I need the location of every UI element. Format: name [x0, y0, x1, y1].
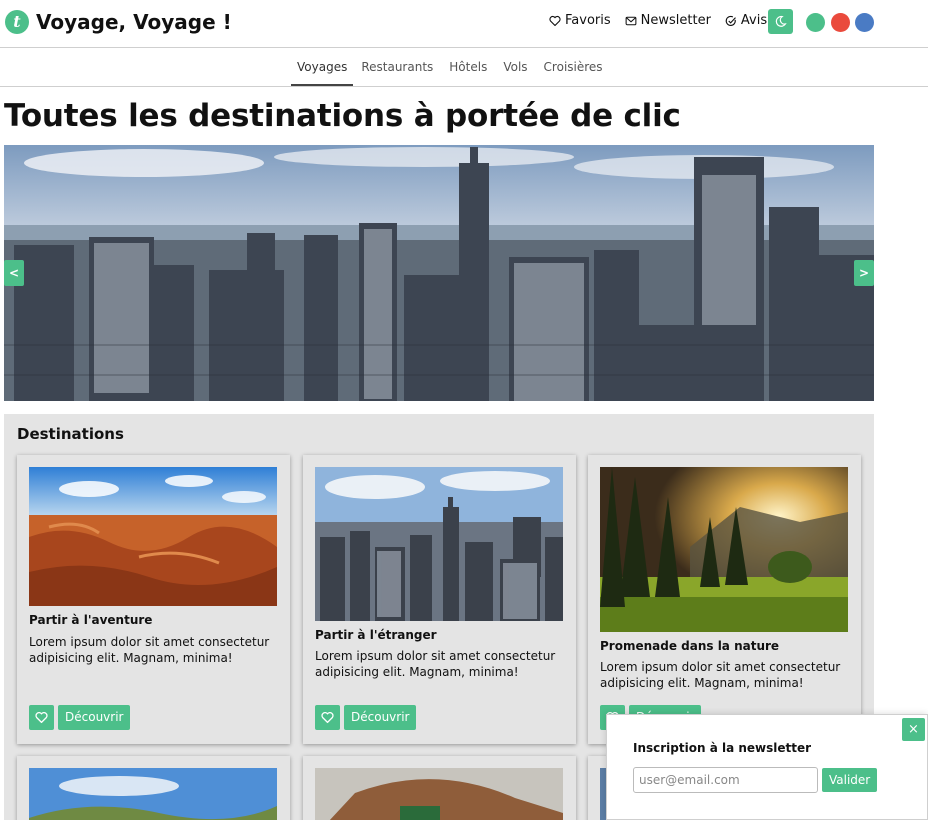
nav-favoris-label: Favoris — [565, 13, 611, 28]
nav-avis-label: Avis — [740, 13, 768, 28]
theme-blue-button[interactable] — [855, 13, 874, 32]
category-tabs: Voyages Restaurants Hôtels Vols Croisièr… — [291, 48, 611, 86]
close-icon[interactable]: × — [902, 718, 925, 741]
envelope-icon — [625, 16, 637, 26]
theme-green-button[interactable] — [806, 13, 825, 32]
card-text: Lorem ipsum dolor sit amet consectetur a… — [29, 635, 270, 665]
destinations-title: Destinations — [17, 425, 124, 443]
card-actions: Découvrir — [29, 705, 131, 730]
theme-red-button[interactable] — [831, 13, 850, 32]
discover-button[interactable]: Découvrir — [344, 705, 417, 730]
newsletter-popup: × Inscription à la newsletter Valider — [606, 714, 928, 820]
discover-button[interactable]: Découvrir — [58, 705, 131, 730]
card-text: Lorem ipsum dolor sit amet consectetur a… — [600, 660, 841, 690]
card-image-valley — [29, 768, 277, 820]
header-nav: Favoris Newsletter Avis — [549, 12, 767, 30]
carousel-prev-button[interactable]: < — [4, 260, 24, 286]
theme-toggle-button[interactable] — [768, 9, 793, 34]
logo-icon[interactable]: t — [5, 10, 29, 34]
card-text: Lorem ipsum dolor sit amet consectetur a… — [315, 649, 556, 679]
heart-icon — [35, 711, 48, 724]
nav-favoris[interactable]: Favoris — [549, 12, 611, 30]
carousel-next-button[interactable]: > — [854, 260, 874, 286]
destination-card: Promenade dans la nature Lorem ipsum dol… — [588, 455, 861, 744]
hero-carousel-image — [4, 145, 874, 401]
card-title: Partir à l'étranger — [315, 628, 437, 642]
nav-avis[interactable]: Avis — [725, 12, 767, 30]
card-image-forest — [600, 467, 848, 632]
card-title: Promenade dans la nature — [600, 639, 780, 653]
brand-title[interactable]: Voyage, Voyage ! — [36, 8, 232, 36]
page: t Voyage, Voyage ! Favoris Newsletter Av… — [0, 0, 928, 820]
destination-card — [303, 756, 576, 820]
email-field[interactable] — [633, 767, 818, 793]
card-image-city — [315, 467, 563, 621]
card-image-road — [315, 768, 563, 820]
destination-card — [17, 756, 290, 820]
tab-vols[interactable]: Vols — [495, 48, 535, 86]
category-nav: Voyages Restaurants Hôtels Vols Croisièr… — [0, 48, 928, 87]
moon-icon — [775, 16, 787, 27]
newsletter-title: Inscription à la newsletter — [633, 741, 812, 755]
nav-newsletter-label: Newsletter — [640, 13, 711, 28]
card-title: Partir à l'aventure — [29, 613, 153, 627]
destination-card: Partir à l'étranger Lorem ipsum dolor si… — [303, 455, 576, 744]
tab-croisieres[interactable]: Croisières — [536, 48, 611, 86]
tab-restaurants[interactable]: Restaurants — [353, 48, 441, 86]
heart-icon — [321, 711, 334, 724]
heart-icon — [549, 15, 561, 27]
submit-button[interactable]: Valider — [822, 768, 878, 792]
card-image-desert — [29, 467, 277, 606]
destination-card: Partir à l'aventure Lorem ipsum dolor si… — [17, 455, 290, 744]
check-circle-icon — [725, 15, 736, 26]
tab-voyages[interactable]: Voyages — [291, 48, 354, 86]
favorite-button[interactable] — [29, 705, 54, 730]
tab-hotels[interactable]: Hôtels — [441, 48, 495, 86]
top-header: t Voyage, Voyage ! Favoris Newsletter Av… — [0, 0, 928, 48]
page-title: Toutes les destinations à portée de clic — [4, 98, 681, 134]
nav-newsletter[interactable]: Newsletter — [625, 12, 711, 30]
card-actions: Découvrir — [315, 705, 417, 730]
favorite-button[interactable] — [315, 705, 340, 730]
